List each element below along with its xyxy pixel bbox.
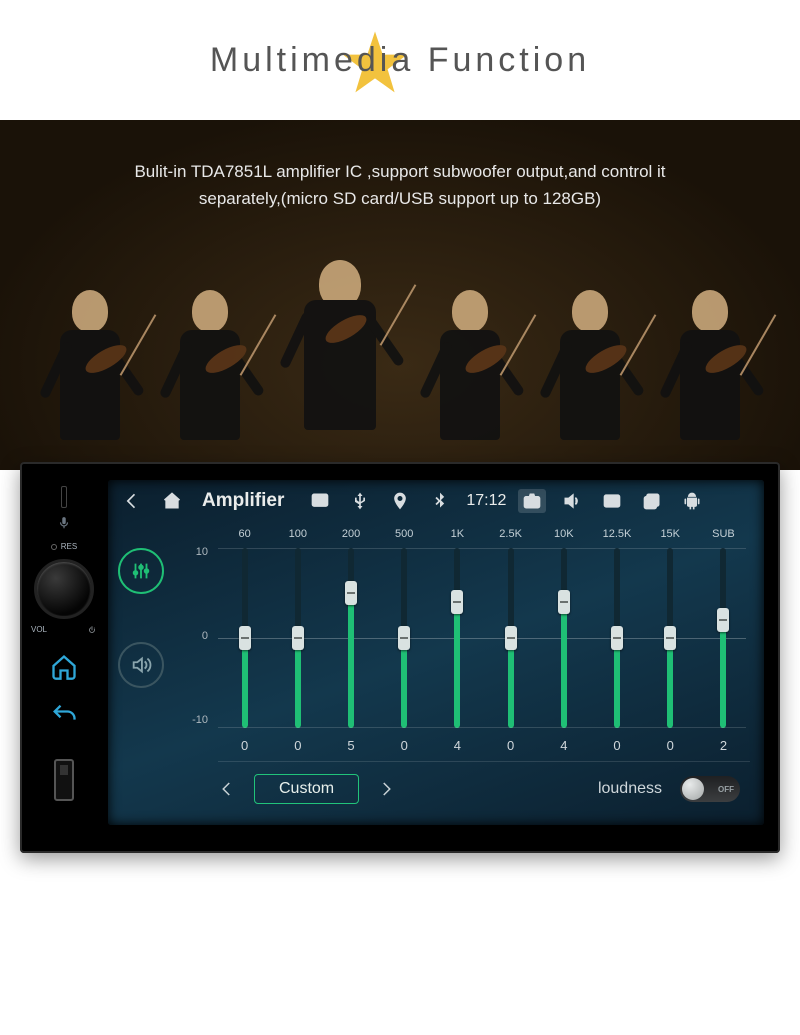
- eq-sliders: [174, 548, 750, 728]
- camera-icon[interactable]: [518, 489, 546, 513]
- nav-home-button[interactable]: [158, 489, 186, 513]
- eq-value: 5: [324, 738, 377, 753]
- touchscreen: Amplifier 17:12: [108, 480, 764, 825]
- image-icon[interactable]: [306, 489, 334, 513]
- page-header: Multimedia Function: [0, 0, 800, 120]
- vol-label: VOL: [31, 625, 47, 635]
- equalizer-area: 601002005001K2.5K10K12.5K15KSUB 10 0 -10…: [174, 522, 764, 825]
- page-bottom: [0, 855, 800, 1035]
- orchestra-illustration: [0, 250, 800, 470]
- sound-tab[interactable]: [118, 642, 164, 688]
- status-bar: Amplifier 17:12: [108, 480, 764, 522]
- app-title: Amplifier: [202, 490, 284, 512]
- eq-value: 0: [484, 738, 537, 753]
- volume-icon[interactable]: [558, 489, 586, 513]
- preset-row: Custom loudness OFF: [174, 762, 750, 804]
- hero-section: Bulit-in TDA7851L amplifier IC ,support …: [0, 120, 800, 470]
- preset-prev-button[interactable]: [218, 780, 236, 798]
- eq-slider[interactable]: [218, 548, 271, 728]
- eq-value: 0: [218, 738, 271, 753]
- frequency-labels: 601002005001K2.5K10K12.5K15KSUB: [174, 528, 750, 540]
- device-bezel: RES VOL Amplifier 17:: [20, 462, 780, 853]
- hero-line-1: Bulit-in TDA7851L amplifier IC ,support …: [60, 158, 740, 185]
- hw-home-button[interactable]: [50, 653, 78, 683]
- sd-slot: [61, 486, 67, 508]
- loudness-label: loudness: [598, 780, 662, 798]
- freq-label: 1K: [431, 528, 484, 540]
- usb-icon[interactable]: [346, 489, 374, 513]
- reset-label: RES: [51, 542, 77, 551]
- eq-slider[interactable]: [537, 548, 590, 728]
- freq-label: 100: [271, 528, 324, 540]
- app-sidebar: [108, 522, 174, 825]
- usb-port: [54, 759, 74, 801]
- location-icon[interactable]: [386, 489, 414, 513]
- power-icon[interactable]: [87, 625, 97, 635]
- freq-label: 500: [378, 528, 431, 540]
- preset-button[interactable]: Custom: [254, 774, 359, 804]
- page-title: Multimedia Function: [210, 41, 590, 80]
- freq-label: 12.5K: [590, 528, 643, 540]
- eq-slider[interactable]: [271, 548, 324, 728]
- eq-value: 0: [644, 738, 697, 753]
- eq-slider[interactable]: [431, 548, 484, 728]
- eq-slider[interactable]: [378, 548, 431, 728]
- eq-value: 0: [590, 738, 643, 753]
- freq-label: 10K: [537, 528, 590, 540]
- eq-value: 4: [431, 738, 484, 753]
- head-unit: RES VOL Amplifier 17:: [20, 462, 780, 853]
- close-icon[interactable]: [598, 489, 626, 513]
- vol-power-row: VOL: [31, 625, 97, 635]
- toggle-state: OFF: [718, 785, 734, 794]
- eq-values: 0050404002: [174, 738, 750, 753]
- eq-value: 0: [271, 738, 324, 753]
- eq-slider[interactable]: [697, 548, 750, 728]
- hardware-left-panel: RES VOL: [20, 480, 108, 825]
- mic-icon: [57, 516, 71, 532]
- loudness-toggle[interactable]: OFF: [680, 776, 740, 802]
- eq-value: 2: [697, 738, 750, 753]
- freq-label: SUB: [697, 528, 750, 540]
- eq-value: 4: [537, 738, 590, 753]
- hero-description: Bulit-in TDA7851L amplifier IC ,support …: [0, 120, 800, 212]
- freq-label: 15K: [644, 528, 697, 540]
- hw-back-button[interactable]: [50, 701, 78, 731]
- clock: 17:12: [466, 492, 506, 510]
- freq-label: 200: [324, 528, 377, 540]
- volume-knob[interactable]: [34, 559, 94, 619]
- eq-slider[interactable]: [484, 548, 537, 728]
- hero-line-2: separately,(micro SD card/USB support up…: [60, 185, 740, 212]
- preset-next-button[interactable]: [377, 780, 395, 798]
- bluetooth-icon[interactable]: [426, 489, 454, 513]
- nav-back-button[interactable]: [118, 489, 146, 513]
- eq-slider[interactable]: [644, 548, 697, 728]
- eq-value: 0: [378, 738, 431, 753]
- app-body: 601002005001K2.5K10K12.5K15KSUB 10 0 -10…: [108, 522, 764, 825]
- eq-slider[interactable]: [590, 548, 643, 728]
- android-icon[interactable]: [678, 489, 706, 513]
- equalizer-tab[interactable]: [118, 548, 164, 594]
- toggle-knob: [682, 778, 704, 800]
- freq-label: 2.5K: [484, 528, 537, 540]
- eq-slider[interactable]: [324, 548, 377, 728]
- freq-label: 60: [218, 528, 271, 540]
- recent-apps-icon[interactable]: [638, 489, 666, 513]
